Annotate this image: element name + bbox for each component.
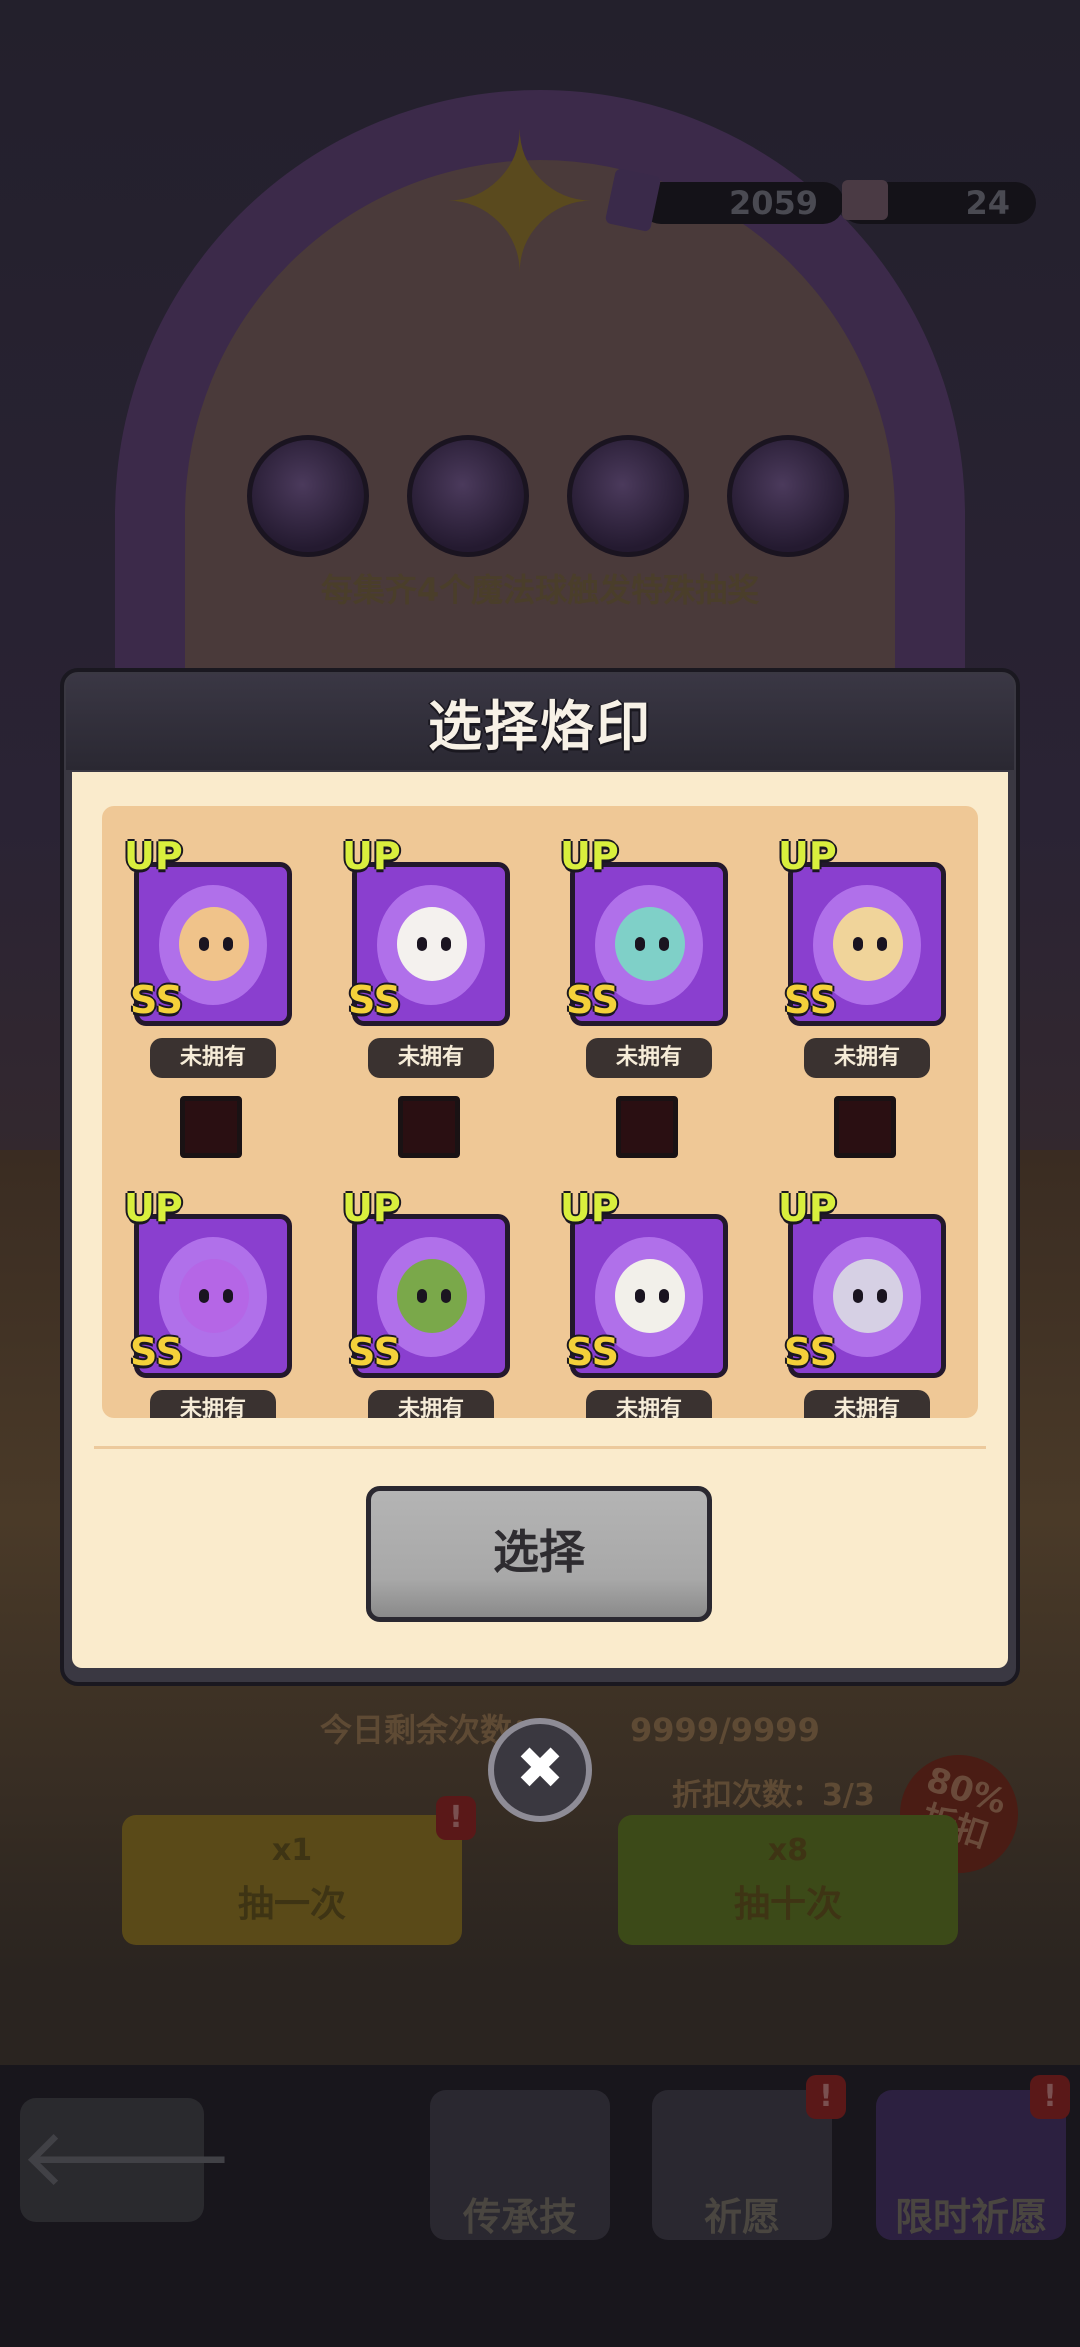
close-icon: ✖ — [515, 1734, 565, 1802]
hero-eye — [417, 1289, 427, 1303]
rank-tag: SS — [566, 1330, 620, 1374]
draw-one-label: 抽一次 — [237, 1884, 346, 1925]
select-button[interactable]: 选择 — [366, 1486, 712, 1622]
magic-orb-slot — [567, 435, 689, 557]
hero-face — [615, 907, 685, 981]
orb-hint-text: 每集齐4个魔法球触发特殊抽奖 — [320, 571, 760, 609]
hero-eye — [441, 1289, 451, 1303]
hero-face — [179, 907, 249, 981]
ownership-status: 未拥有 — [150, 1390, 276, 1418]
draw-ten-cost: x8 — [767, 1833, 809, 1868]
hero-face — [397, 1259, 467, 1333]
hero-eye — [659, 1289, 669, 1303]
ownership-status: 未拥有 — [804, 1390, 930, 1418]
discount-count: 折扣次数：3/3 — [672, 1778, 875, 1813]
hero-eye — [417, 937, 427, 951]
draw-one-button[interactable]: x1 抽一次 — [122, 1815, 462, 1945]
rank-tag: SS — [130, 1330, 184, 1374]
hero-face — [833, 1259, 903, 1333]
hero-eye — [635, 937, 645, 951]
rank-tag: SS — [784, 1330, 838, 1374]
select-checkbox[interactable] — [834, 1096, 896, 1158]
draw-ten-button[interactable]: x8 抽十次 — [618, 1815, 958, 1945]
up-tag: UP — [124, 1186, 183, 1230]
select-brand-dialog: 选择烙印 UP SS 未拥有 UP SS 未拥有 UP SS 未拥有 UP SS 未拥有 UP SS 未拥有… — [60, 668, 1020, 1686]
hero-eye — [199, 1289, 209, 1303]
rank-tag: SS — [130, 978, 184, 1022]
alert-badge: ! — [436, 1796, 476, 1840]
rank-tag: SS — [348, 1330, 402, 1374]
up-tag: UP — [342, 1186, 401, 1230]
alert-badge: ! — [1030, 2075, 1070, 2119]
hero-eye — [877, 1289, 887, 1303]
rank-tag: SS — [348, 978, 402, 1022]
ownership-status: 未拥有 — [804, 1038, 930, 1078]
hero-eye — [877, 937, 887, 951]
ownership-status: 未拥有 — [586, 1038, 712, 1078]
draw-one-cost: x1 — [271, 1833, 313, 1868]
ownership-status: 未拥有 — [150, 1038, 276, 1078]
hero-face — [615, 1259, 685, 1333]
up-tag: UP — [342, 834, 401, 878]
ownership-status: 未拥有 — [368, 1390, 494, 1418]
dialog-title: 选择烙印 — [428, 695, 652, 758]
ownership-status: 未拥有 — [368, 1038, 494, 1078]
hero-face — [833, 907, 903, 981]
hero-eye — [659, 937, 669, 951]
select-checkbox[interactable] — [180, 1096, 242, 1158]
nav-legacy-skill[interactable]: 传承技 — [430, 2090, 610, 2240]
back-arrow-button[interactable]: 🡐 — [20, 2098, 235, 2222]
magic-orb-slot — [727, 435, 849, 557]
nav-wish[interactable]: 祈愿 — [652, 2090, 832, 2240]
hero-eye — [199, 937, 209, 951]
star-emblem-icon: ✦ — [440, 94, 600, 315]
magic-orb-slot — [407, 435, 529, 557]
up-tag: UP — [778, 1186, 837, 1230]
up-tag: UP — [560, 1186, 619, 1230]
nav-limited-wish-label: 限时祈愿 — [894, 2195, 1047, 2239]
hero-eye — [223, 1289, 233, 1303]
rank-tag: SS — [784, 978, 838, 1022]
hero-eye — [853, 937, 863, 951]
hero-eye — [635, 1289, 645, 1303]
rank-tag: SS — [566, 978, 620, 1022]
hero-grid: UP SS 未拥有 UP SS 未拥有 UP SS 未拥有 UP SS 未拥有 UP SS 未拥有 UP SS 未… — [102, 806, 978, 1418]
up-tag: UP — [124, 834, 183, 878]
close-button[interactable]: ✖ — [488, 1718, 592, 1822]
hero-eye — [441, 937, 451, 951]
hero-face — [179, 1259, 249, 1333]
ticket-icon — [842, 180, 888, 220]
magic-orb-slot — [247, 435, 369, 557]
gem-counter: 2059 — [640, 182, 844, 224]
select-checkbox[interactable] — [616, 1096, 678, 1158]
divider — [94, 1446, 986, 1449]
ownership-status: 未拥有 — [586, 1390, 712, 1418]
nav-legacy-skill-label: 传承技 — [462, 2195, 577, 2239]
hero-eye — [853, 1289, 863, 1303]
draw-ten-label: 抽十次 — [733, 1884, 842, 1925]
alert-badge: ! — [806, 2075, 846, 2119]
up-tag: UP — [560, 834, 619, 878]
up-tag: UP — [778, 834, 837, 878]
nav-wish-label: 祈愿 — [703, 2195, 780, 2239]
hero-face — [397, 907, 467, 981]
select-checkbox[interactable] — [398, 1096, 460, 1158]
hero-eye — [223, 937, 233, 951]
